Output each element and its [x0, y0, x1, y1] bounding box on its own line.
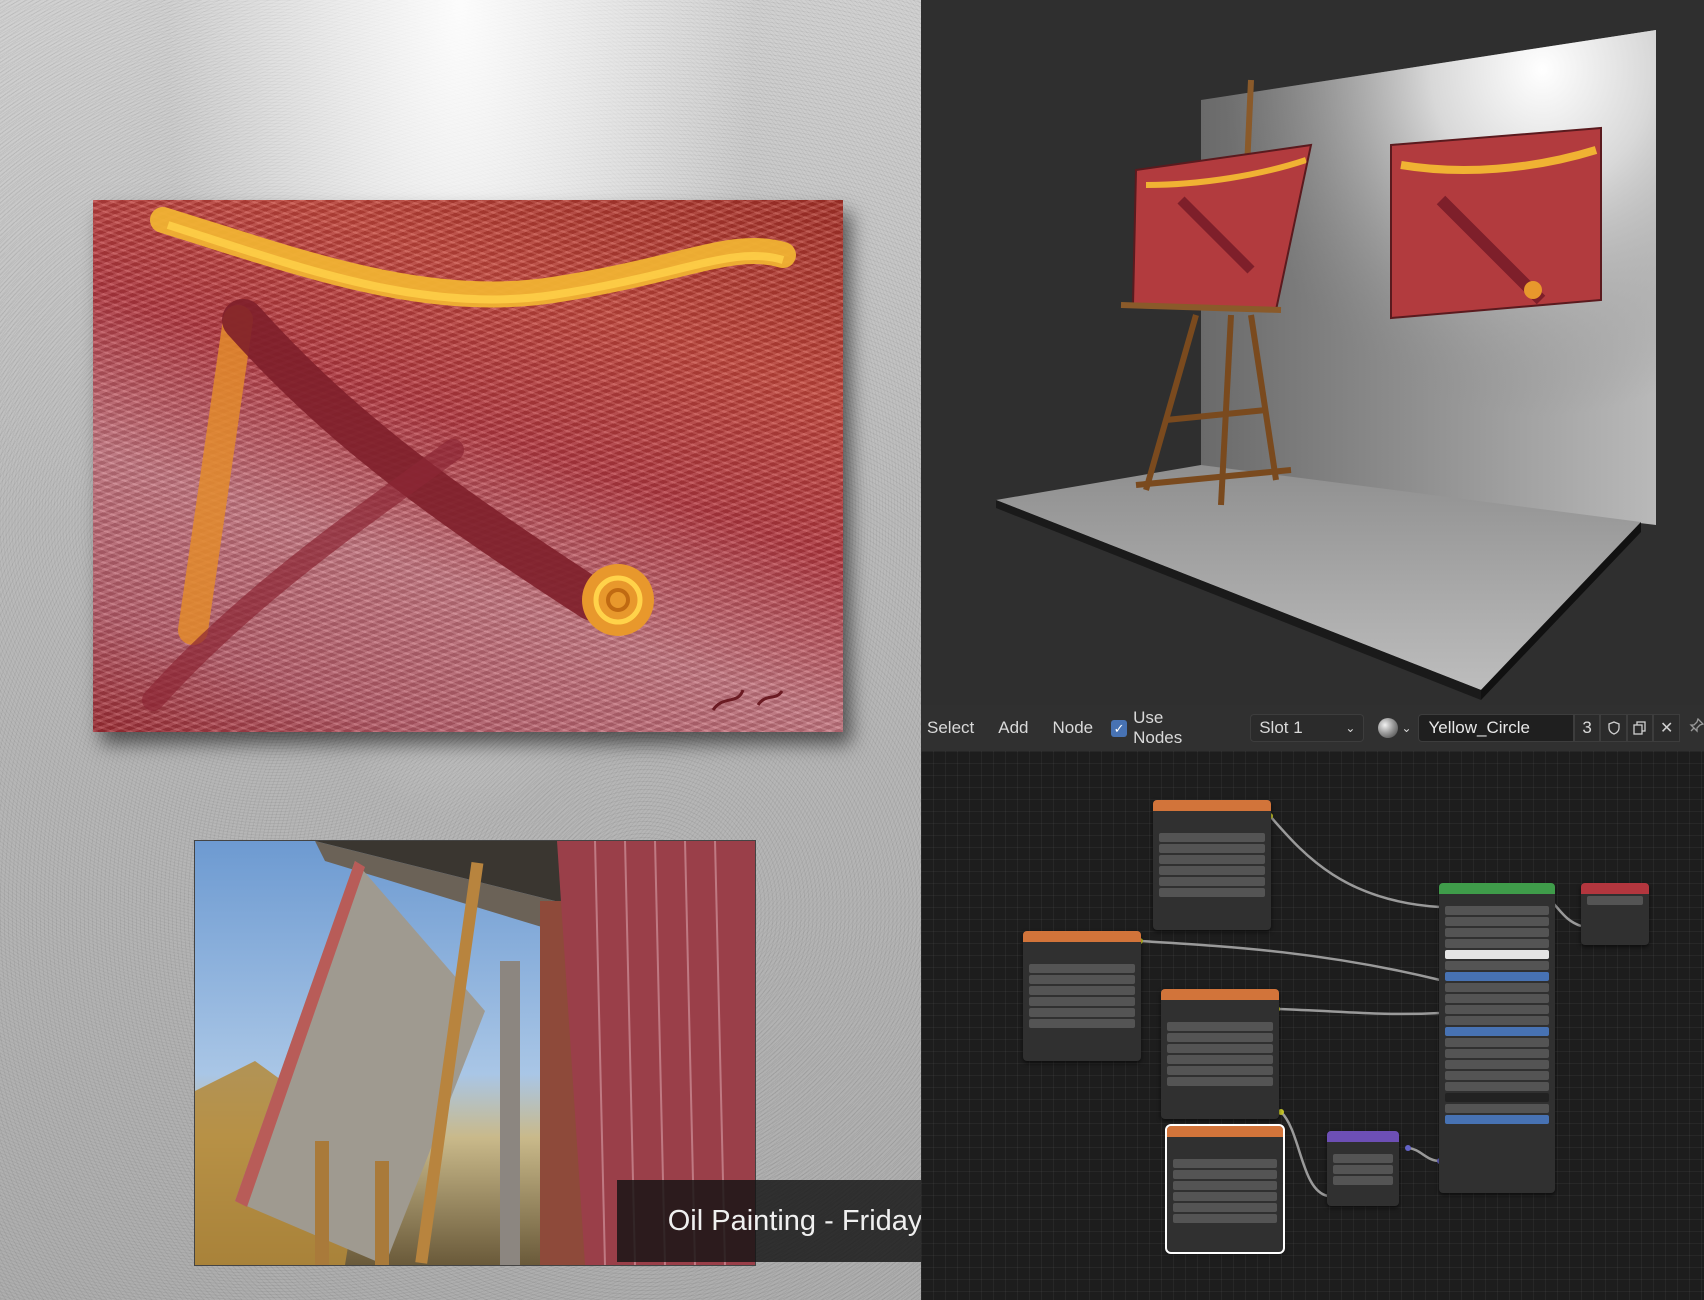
node-header	[1327, 1131, 1399, 1142]
node-header	[1153, 800, 1271, 811]
slot-value: Slot 1	[1259, 718, 1303, 737]
pin-icon[interactable]	[1688, 717, 1704, 739]
slot-dropdown[interactable]: Slot 1 ⌄	[1250, 714, 1365, 742]
fake-user-shield-icon[interactable]	[1600, 714, 1627, 742]
image-texture-node[interactable]	[1153, 800, 1271, 930]
node-output-sockets	[1153, 811, 1271, 821]
node-header	[1161, 989, 1279, 1000]
image-selector[interactable]	[1173, 1159, 1277, 1168]
3d-viewport[interactable]	[921, 0, 1704, 705]
use-nodes-label: Use Nodes	[1133, 708, 1183, 747]
material-users-count[interactable]: 3	[1573, 714, 1601, 742]
concrete-wall-render: Oil Painting - Friday Evening	[0, 0, 921, 1300]
node-header	[1167, 1126, 1283, 1137]
node-header	[1581, 883, 1649, 894]
caption-banner: Oil Painting - Friday Evening	[617, 1180, 921, 1262]
chevron-down-icon: ⌄	[1401, 721, 1412, 735]
material-name-field[interactable]: Yellow_Circle	[1417, 714, 1574, 742]
use-nodes-toggle[interactable]: ✓ Use Nodes	[1111, 708, 1212, 748]
image-texture-node[interactable]	[1023, 931, 1141, 1061]
chevron-down-icon: ⌄	[1345, 721, 1356, 735]
normal-map-node[interactable]	[1327, 1131, 1399, 1206]
node-editor-header: Select Add Node ✓ Use Nodes Slot 1 ⌄ ⌄ Y…	[921, 705, 1704, 751]
checkbox-checked-icon[interactable]: ✓	[1111, 719, 1128, 737]
node-header	[1439, 883, 1555, 894]
material-output-node[interactable]	[1581, 883, 1649, 945]
image-texture-node[interactable]	[1161, 989, 1279, 1119]
menu-select[interactable]: Select	[921, 705, 986, 751]
menu-add[interactable]: Add	[986, 705, 1040, 751]
image-texture-node-selected[interactable]	[1165, 1124, 1285, 1254]
node-canvas[interactable]	[921, 751, 1704, 1300]
unlink-close-icon[interactable]: ✕	[1653, 714, 1680, 742]
shader-node-editor[interactable]: Select Add Node ✓ Use Nodes Slot 1 ⌄ ⌄ Y…	[921, 705, 1704, 1300]
duplicate-material-icon[interactable]	[1626, 714, 1654, 742]
image-selector[interactable]	[1159, 833, 1265, 842]
oil-painting-canvas	[93, 200, 843, 732]
principled-bsdf-node[interactable]	[1439, 883, 1555, 1193]
painting-strokes	[142, 207, 796, 711]
material-browse-button[interactable]: ⌄	[1378, 718, 1412, 738]
menu-node[interactable]: Node	[1041, 705, 1106, 751]
image-selector[interactable]	[1167, 1022, 1273, 1031]
image-selector[interactable]	[1029, 964, 1135, 973]
render-scene	[996, 30, 1656, 700]
material-sphere-icon	[1378, 718, 1399, 738]
node-header	[1023, 931, 1141, 942]
